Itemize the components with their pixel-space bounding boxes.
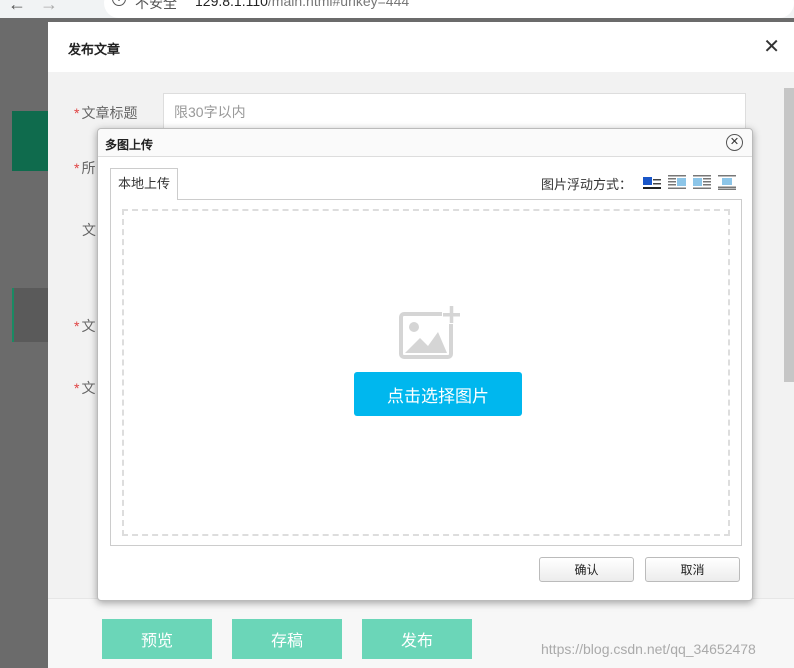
form-label-5: * 文	[74, 378, 95, 398]
url-path: /main.html#urlkey=444	[267, 0, 410, 9]
category-label-text: 所	[81, 160, 96, 176]
cancel-button[interactable]: 取消	[645, 557, 740, 582]
modal-title: 发布文章	[68, 42, 121, 57]
preview-button[interactable]: 预览	[102, 619, 212, 659]
browser-toolbar: ← → i 不安全 129.8.1.110/main.html#urlkey=4…	[0, 0, 794, 18]
category-label: * 所	[74, 158, 95, 178]
local-upload-panel: 点击选择图片	[110, 199, 742, 546]
float-none-icon[interactable]	[692, 174, 712, 190]
upload-dropzone[interactable]: 点击选择图片	[122, 209, 730, 536]
title-label-text: 文章标题	[81, 105, 138, 121]
back-arrow-icon[interactable]: ←	[8, 0, 26, 15]
float-left-icon[interactable]	[642, 174, 662, 190]
required-marker: *	[74, 318, 80, 334]
title-input[interactable]	[163, 93, 746, 131]
watermark-text: https://blog.csdn.net/qq_34652478	[541, 641, 756, 657]
close-icon[interactable]: ✕	[763, 34, 780, 59]
form-label-4: * 文	[74, 316, 95, 336]
choose-image-button[interactable]: 点击选择图片	[354, 372, 522, 416]
backdrop-sidebar-item	[12, 288, 48, 342]
required-marker: *	[74, 380, 80, 396]
forward-arrow-icon[interactable]: →	[40, 0, 58, 15]
float-center-icon[interactable]	[717, 174, 737, 190]
security-status: 不安全	[135, 0, 177, 11]
publish-button[interactable]: 发布	[362, 619, 472, 659]
dialog-header: 多图上传 ✕	[98, 129, 752, 157]
form-label-3: 文	[82, 220, 96, 240]
close-icon[interactable]: ✕	[726, 134, 743, 151]
save-draft-button[interactable]: 存稿	[232, 619, 342, 659]
form-label-5-text: 文	[81, 380, 96, 396]
form-label-3-text: 文	[82, 222, 96, 238]
backdrop-sidebar-block	[12, 111, 48, 171]
modal-header: 发布文章 ✕	[48, 22, 794, 72]
add-image-icon	[399, 305, 461, 359]
multi-image-upload-dialog: 多图上传 ✕ 本地上传 图片浮动方式： 点击选择图片 确认 取消	[97, 128, 753, 601]
required-marker: *	[74, 105, 80, 121]
title-label: * 文章标题	[74, 103, 137, 123]
confirm-button[interactable]: 确认	[539, 557, 634, 582]
form-label-4-text: 文	[81, 318, 96, 334]
url-text[interactable]: 129.8.1.110/main.html#urlkey=444	[195, 0, 409, 9]
dialog-title: 多图上传	[105, 138, 154, 152]
modal-footer: 预览 存稿 发布 https://blog.csdn.net/qq_346524…	[48, 598, 794, 668]
float-right-icon[interactable]	[667, 174, 687, 190]
url-host: 129.8.1.110	[195, 0, 268, 9]
float-mode-label: 图片浮动方式：	[541, 177, 633, 192]
tab-local-upload[interactable]: 本地上传	[110, 168, 178, 200]
required-marker: *	[74, 160, 80, 176]
scrollbar-thumb[interactable]	[784, 88, 794, 382]
